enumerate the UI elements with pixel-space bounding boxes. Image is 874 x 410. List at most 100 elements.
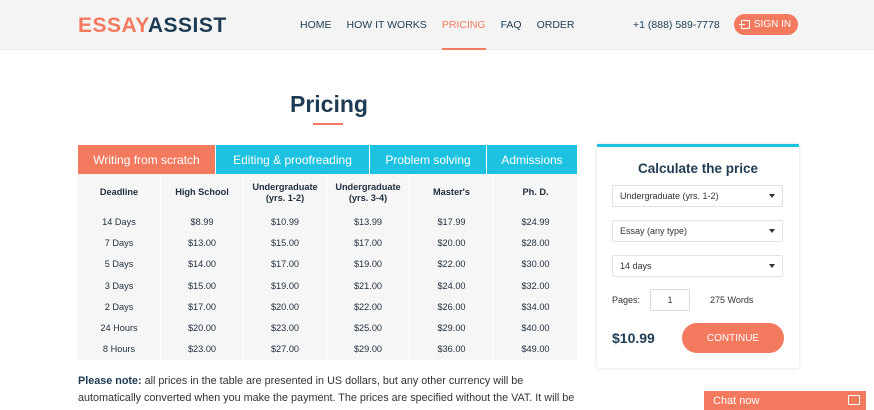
sign-in-label: SIGN IN xyxy=(753,19,792,30)
table-cell: 24 Hours xyxy=(100,323,138,334)
page-title: Pricing xyxy=(290,91,368,117)
logo-assist: ASSIST xyxy=(147,14,227,37)
header-undergraduate-3-4: Undergraduate (yrs. 3-4) xyxy=(326,174,409,211)
academic-level-select[interactable]: Undergraduate (yrs. 1-2) xyxy=(612,185,783,207)
service-tabs: Writing from scratch Editing & proofread… xyxy=(78,145,577,174)
pages-input[interactable] xyxy=(650,289,690,311)
table-cell: $21.00 xyxy=(326,274,409,297)
table-cell: $32.00 xyxy=(493,274,577,297)
table-cell: 7 Days xyxy=(104,237,134,248)
header-deadline: Deadline xyxy=(99,187,139,197)
paper-type-value: Essay (any type) xyxy=(620,226,688,236)
table-header-row: Deadline High School Undergraduate (yrs. … xyxy=(78,174,577,211)
note-label: Please note: xyxy=(78,375,142,387)
note-text: all prices in the table are presented in… xyxy=(78,375,575,410)
nav-faq[interactable]: FAQ xyxy=(501,19,522,31)
word-count: 275 Words xyxy=(710,295,754,305)
table-cell: $20.00 xyxy=(409,232,493,254)
table-row: 5 Days $14.00 $17.00 $19.00 $22.00 $30.0… xyxy=(78,253,577,275)
table-cell: $36.00 xyxy=(409,338,493,361)
table-row: 8 Hours $23.00 $27.00 $29.00 $36.00 $49.… xyxy=(78,338,577,361)
table-cell: $17.00 xyxy=(160,296,243,318)
price-table: Deadline High School Undergraduate (yrs. … xyxy=(78,174,577,361)
table-cell: 2 Days xyxy=(104,301,134,312)
table-cell: $10.99 xyxy=(243,211,326,233)
chat-label: Chat now xyxy=(713,394,760,407)
table-cell: $28.00 xyxy=(493,232,577,254)
table-cell: $19.00 xyxy=(243,274,326,297)
price-calculator: Calculate the price Undergraduate (yrs. … xyxy=(597,144,799,368)
table-row: 24 Hours $20.00 $23.00 $25.00 $29.00 $40… xyxy=(78,317,577,339)
header-high-school: High School xyxy=(160,174,243,211)
table-cell: $8.99 xyxy=(160,211,243,233)
header-masters: Master's xyxy=(409,174,493,211)
table-cell: $25.00 xyxy=(326,317,409,339)
table-cell: $23.00 xyxy=(243,317,326,339)
table-row: 3 Days $15.00 $19.00 $21.00 $24.00 $32.0… xyxy=(78,274,577,297)
table-cell: $27.00 xyxy=(243,338,326,361)
table-cell: $24.00 xyxy=(409,274,493,297)
nav-order[interactable]: ORDER xyxy=(537,19,575,31)
paper-type-select[interactable]: Essay (any type) xyxy=(612,220,783,242)
table-cell: $19.00 xyxy=(326,253,409,275)
chat-window-icon xyxy=(848,395,860,405)
table-cell: $14.00 xyxy=(160,253,243,275)
tab-admissions[interactable]: Admissions xyxy=(487,145,577,174)
total-price: $10.99 xyxy=(612,330,655,346)
chevron-down-icon xyxy=(769,194,775,198)
table-cell: $24.99 xyxy=(493,211,577,233)
table-cell: $22.00 xyxy=(409,253,493,275)
table-cell: 5 Days xyxy=(104,259,134,270)
tab-problem-solving[interactable]: Problem solving xyxy=(370,145,487,174)
academic-level-value: Undergraduate (yrs. 1-2) xyxy=(620,191,719,201)
nav-pricing[interactable]: PRICING xyxy=(441,19,486,50)
sign-in-icon xyxy=(738,20,750,29)
main-nav: HOME HOW IT WORKS PRICING FAQ ORDER xyxy=(300,19,590,50)
pages-label: Pages: xyxy=(612,295,641,305)
site-header: ESSAYASSIST HOME HOW IT WORKS PRICING FA… xyxy=(0,0,874,50)
tab-editing-proofreading[interactable]: Editing & proofreading xyxy=(216,145,370,174)
logo[interactable]: ESSAYASSIST xyxy=(78,14,227,38)
deadline-value: 14 days xyxy=(620,261,652,271)
table-cell: $15.00 xyxy=(243,232,326,254)
table-cell: $22.00 xyxy=(326,296,409,318)
logo-essay: ESSAY xyxy=(78,14,148,37)
table-cell: $29.00 xyxy=(409,317,493,339)
table-cell: 14 Days xyxy=(102,216,136,227)
calculator-title: Calculate the price xyxy=(637,161,759,176)
table-row: 2 Days $17.00 $20.00 $22.00 $26.00 $34.0… xyxy=(78,296,577,318)
sign-in-button[interactable]: SIGN IN xyxy=(734,14,798,35)
table-cell: $26.00 xyxy=(409,296,493,318)
header-phd: Ph. D. xyxy=(493,174,577,211)
table-cell: $17.00 xyxy=(326,232,409,254)
table-cell: $34.00 xyxy=(493,296,577,318)
pricing-note: Please note: all prices in the table are… xyxy=(78,373,578,410)
nav-how-it-works[interactable]: HOW IT WORKS xyxy=(347,19,427,31)
table-cell: $23.00 xyxy=(160,338,243,361)
tab-writing-from-scratch[interactable]: Writing from scratch xyxy=(78,145,216,174)
table-cell: $30.00 xyxy=(493,253,577,275)
table-cell: $20.00 xyxy=(160,317,243,339)
table-cell: $17.99 xyxy=(409,211,493,233)
table-cell: $17.00 xyxy=(243,253,326,275)
chevron-down-icon xyxy=(769,264,775,268)
table-cell: $29.00 xyxy=(326,338,409,361)
phone-number[interactable]: +1 (888) 589-7778 xyxy=(633,19,720,31)
title-underline xyxy=(313,123,343,125)
table-cell: 8 Hours xyxy=(102,344,136,355)
table-cell: 3 Days xyxy=(104,280,134,291)
table-cell: $40.00 xyxy=(493,317,577,339)
chevron-down-icon xyxy=(769,229,775,233)
table-cell: $49.00 xyxy=(493,338,577,361)
nav-home[interactable]: HOME xyxy=(300,19,332,31)
table-row: 7 Days $13.00 $15.00 $17.00 $20.00 $28.0… xyxy=(78,232,577,254)
table-cell: $20.00 xyxy=(243,296,326,318)
table-cell: $15.00 xyxy=(160,274,243,297)
table-cell: $13.99 xyxy=(326,211,409,233)
continue-button[interactable]: CONTINUE xyxy=(682,323,784,353)
table-cell: $13.00 xyxy=(160,232,243,254)
header-undergraduate-1-2: Undergraduate (yrs. 1-2) xyxy=(243,174,326,211)
deadline-select[interactable]: 14 days xyxy=(612,255,783,277)
table-row: 14 Days $8.99 $10.99 $13.99 $17.99 $24.9… xyxy=(78,211,577,233)
chat-widget[interactable]: Chat now xyxy=(704,391,866,410)
